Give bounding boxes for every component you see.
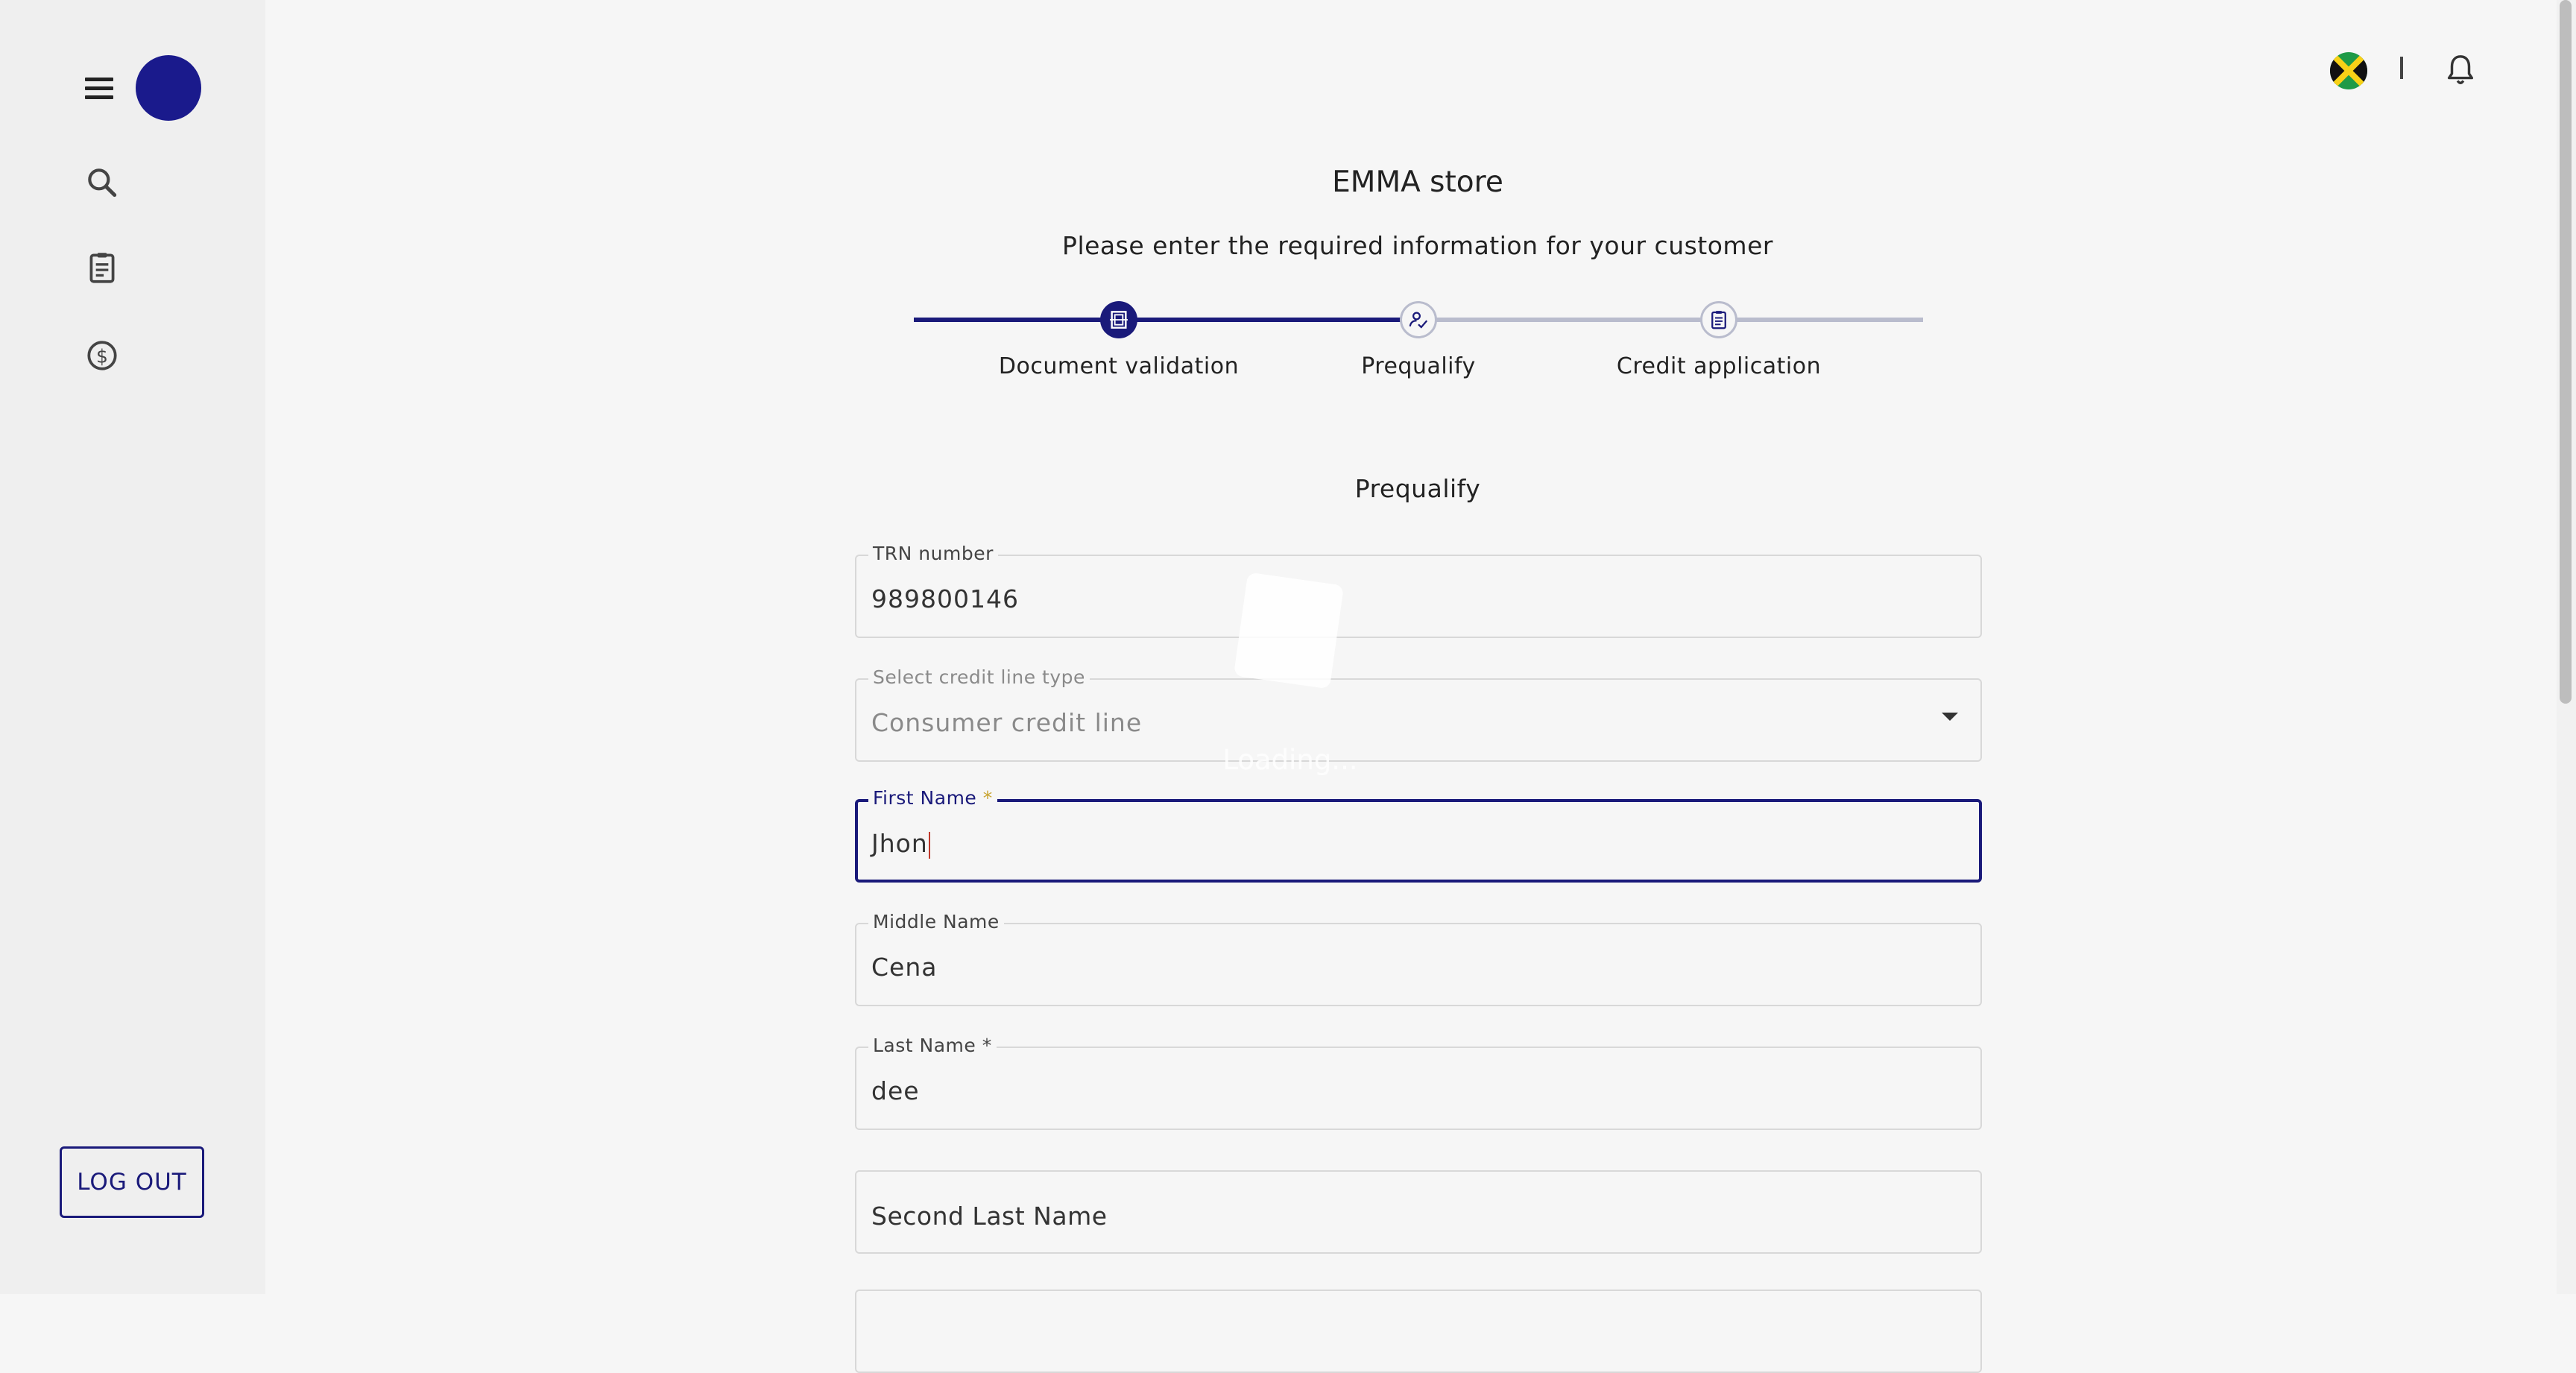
text-caret — [928, 831, 930, 859]
credit-line-type-label: Select credit line type — [868, 666, 1090, 688]
trn-number-label: TRN number — [868, 543, 998, 564]
scrollbar-thumb[interactable] — [2560, 0, 2572, 704]
middle-name-value: Cena — [871, 953, 938, 982]
page-subtitle: Please enter the required information fo… — [1062, 231, 1773, 260]
last-name-label: Last Name * — [868, 1035, 997, 1056]
bell-icon[interactable] — [2443, 52, 2478, 89]
jamaica-flag-icon[interactable] — [2330, 52, 2367, 89]
store-title: EMMA store — [1332, 165, 1503, 199]
first-name-field[interactable]: First Name * Jhon — [855, 787, 1982, 883]
second-last-name-field[interactable]: Second Last Name — [855, 1170, 1982, 1254]
credit-line-type-select[interactable]: Select credit line type Consumer credit … — [855, 666, 1982, 762]
step-credit-application-icon[interactable] — [1700, 301, 1737, 338]
step-label-document-validation: Document validation — [998, 353, 1240, 379]
dropdown-arrow-icon[interactable] — [1942, 713, 1958, 721]
step-document-validation-icon[interactable] — [1100, 301, 1137, 338]
step-label-prequalify: Prequalify — [1361, 353, 1476, 379]
loading-overlay: Loading... — [1219, 572, 1358, 787]
credit-line-type-value: Consumer credit line — [871, 708, 1143, 737]
required-asterisk: * — [982, 787, 993, 809]
logout-button[interactable]: LOG OUT — [60, 1146, 204, 1218]
sidebar: $ LOG OUT — [0, 0, 265, 1294]
stepper-track-progress — [914, 318, 1418, 322]
page-scrollbar[interactable] — [2557, 0, 2576, 1294]
step-prequalify-icon[interactable] — [1400, 301, 1437, 338]
middle-name-label: Middle Name — [868, 911, 1004, 932]
next-field-partial[interactable] — [855, 1290, 1982, 1373]
step-label-credit-application: Credit application — [1616, 353, 1822, 379]
second-last-name-placeholder: Second Last Name — [871, 1202, 1108, 1231]
last-name-value: dee — [871, 1076, 920, 1105]
loading-card — [1233, 572, 1345, 689]
hamburger-menu-icon[interactable] — [80, 73, 119, 106]
middle-name-field[interactable]: Middle Name Cena — [855, 911, 1982, 1006]
last-name-field[interactable]: Last Name * dee — [855, 1035, 1982, 1130]
svg-text:$: $ — [96, 345, 108, 367]
topbar-divider — [2400, 57, 2403, 79]
clipboard-icon[interactable] — [83, 249, 121, 286]
loading-text: Loading... — [1222, 744, 1358, 776]
trn-number-value: 989800146 — [871, 584, 1019, 613]
first-name-label: First Name * — [868, 787, 997, 809]
search-icon[interactable] — [83, 164, 121, 201]
section-title: Prequalify — [1354, 474, 1481, 503]
first-name-value: Jhon — [871, 829, 930, 859]
trn-number-field[interactable]: TRN number 989800146 — [855, 543, 1982, 638]
progress-stepper: Document validation Prequalify Credit ap… — [914, 297, 1923, 386]
dollar-circle-icon[interactable]: $ — [83, 337, 121, 374]
avatar[interactable] — [136, 55, 201, 121]
